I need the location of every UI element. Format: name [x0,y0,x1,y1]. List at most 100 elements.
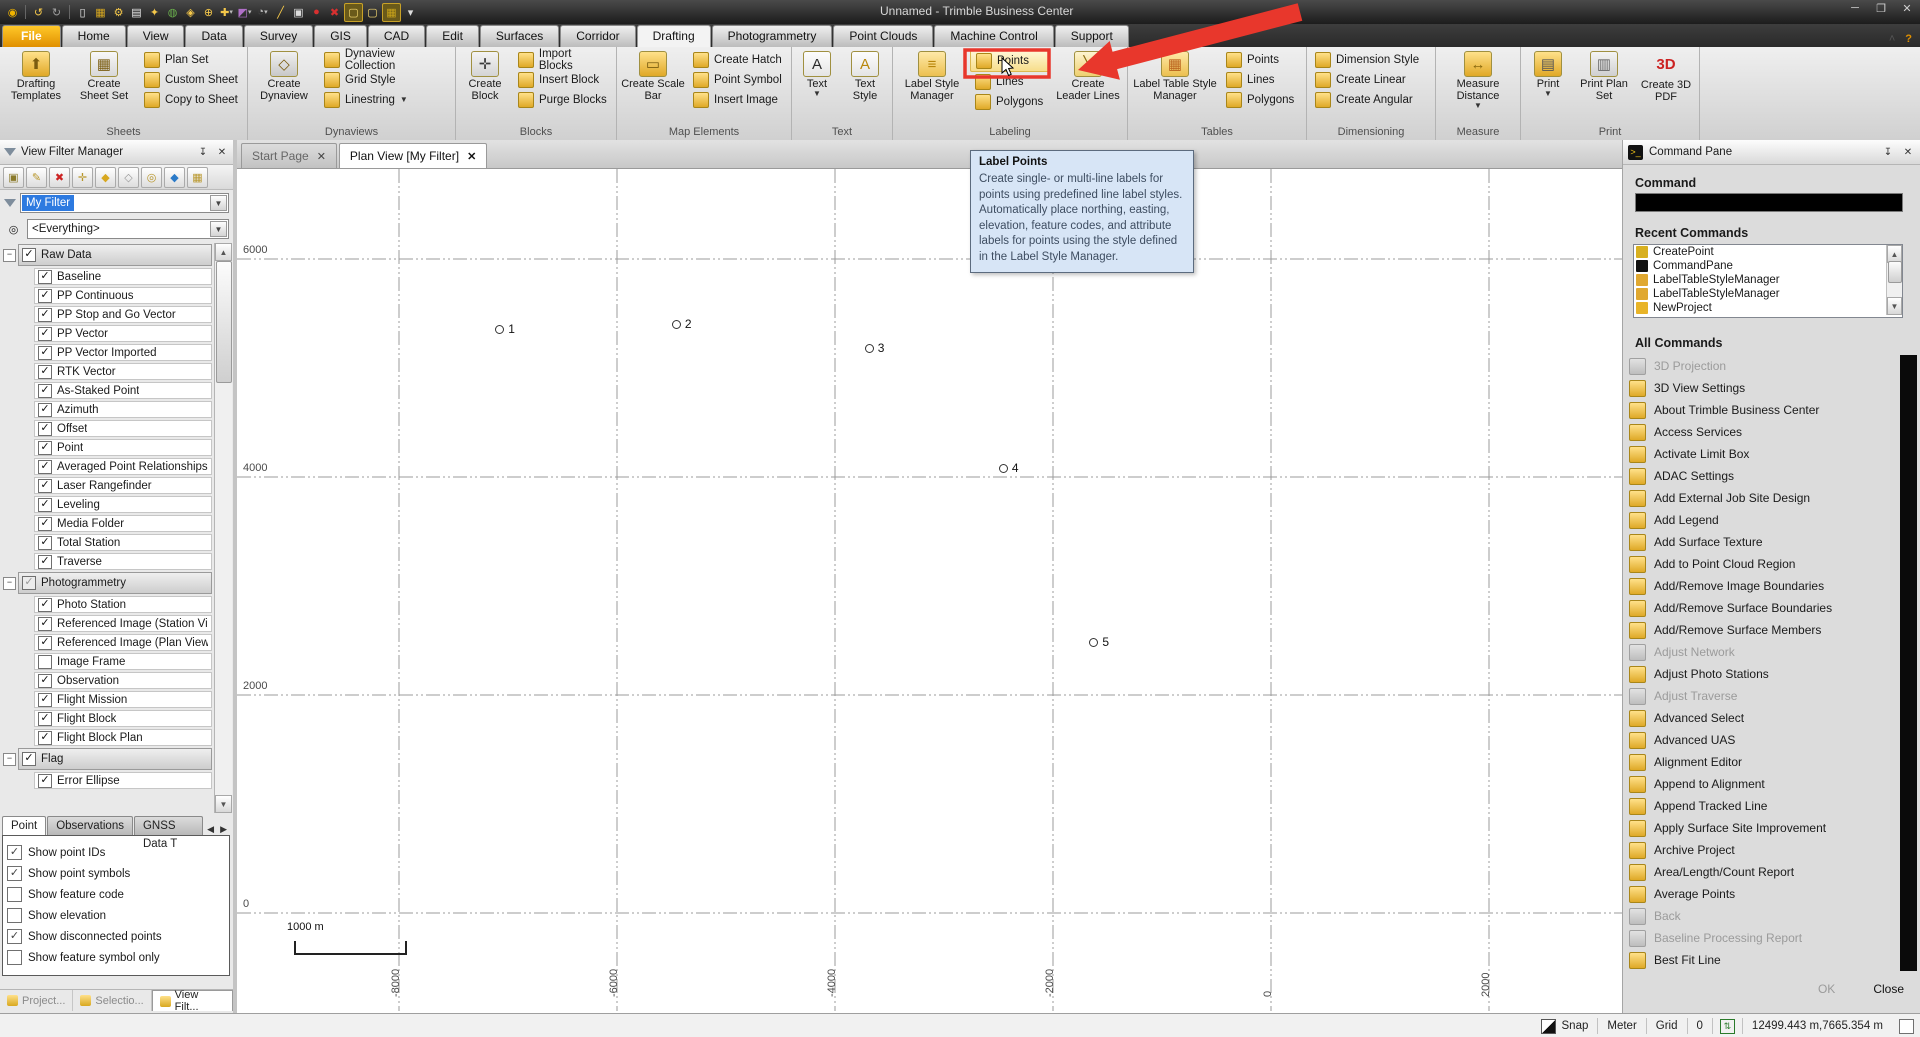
minimize-button[interactable]: ─ [1846,2,1864,15]
create-block-button[interactable]: ✛ Create Block [459,49,511,104]
close-tab-icon[interactable]: ✕ [317,150,326,163]
plan-view-canvas[interactable]: 1000 m -8000 -6000 -4000 -2000 0 2000 6000 4000… [237,168,1622,1013]
checkbox[interactable]: ✓ [38,673,52,688]
coordinate-mode-icon[interactable]: ⇅ [1719,1018,1735,1034]
crop-box-icon[interactable]: ▢ [344,2,363,22]
tree-item-row[interactable]: ✓ Traverse [0,552,214,571]
all-commands-scrollbar[interactable] [1900,355,1917,971]
filter-settings-icon[interactable]: ▦ [187,166,208,188]
help-icon[interactable]: ? [1905,33,1912,45]
checkbox[interactable]: ✓ [38,478,52,493]
text-style-button[interactable]: A Text Style [841,49,889,104]
plan-point-symbol[interactable] [495,324,505,334]
checkbox[interactable]: ✓ [22,576,36,590]
checkbox[interactable]: ✓ [38,307,52,322]
tree-item-row[interactable]: ✓ Baseline [0,267,214,286]
all-command-item[interactable]: ADAC Settings [1629,465,1897,487]
tab-edit[interactable]: Edit [426,25,479,47]
all-command-item[interactable]: Add/Remove Surface Members [1629,619,1897,641]
zoom-layers-icon[interactable]: ◎ [141,166,162,188]
checkbox[interactable]: ✓ [38,364,52,379]
network-dropdown-icon[interactable]: ✚ ▾ [218,4,235,21]
tree-item-row[interactable]: ✓ PP Vector [0,324,214,343]
measure-distance-button[interactable]: ↔ Measure Distance ▼ [1439,49,1517,112]
insert-block-button[interactable]: Insert Block [513,70,613,90]
label-style-manager-button[interactable]: ≡ Label Style Manager [896,49,968,104]
pin-icon[interactable]: ↧ [196,147,210,158]
scroll-thumb[interactable] [1888,261,1902,283]
close-button[interactable]: ✕ [1898,2,1916,15]
checkbox[interactable]: ✓ [38,345,52,360]
text-button[interactable]: A Text ▼ [795,49,839,100]
snap-toggle[interactable]: Snap [1560,1020,1591,1032]
tab-cad[interactable]: CAD [367,25,426,47]
tree-item-row[interactable]: ✓ Total Station [0,533,214,552]
all-command-item[interactable]: Add External Job Site Design [1629,487,1897,509]
plan-set-button[interactable]: Plan Set [139,50,244,70]
create-angular-button[interactable]: Create Angular [1310,90,1432,110]
tree-item-row[interactable]: ✓ Flight Block [0,709,214,728]
recent-command-item[interactable]: NewProject [1634,301,1902,315]
print-plan-set-button[interactable]: ▥ Print Plan Set [1574,49,1634,104]
checkbox[interactable] [7,887,22,902]
maximize-button[interactable]: ❐ [1872,2,1890,15]
undo-icon[interactable]: ↺ [30,4,47,21]
grid-toggle-icon[interactable]: ▦ [382,2,401,22]
tree-item-row[interactable]: ✓ Offset [0,419,214,438]
tab-home[interactable]: Home [61,25,126,47]
project-settings-gear-icon[interactable]: ⚙ [110,4,127,21]
collapse-icon[interactable]: − [3,753,16,766]
insert-image-button[interactable]: Insert Image [688,90,788,110]
scroll-up-icon[interactable]: ▲ [215,243,232,261]
all-command-item[interactable]: Average Points [1629,883,1897,905]
tree-group-row[interactable]: ✓ Raw Data − [0,243,214,267]
create-sheet-set-button[interactable]: ▦ Create Sheet Set [71,49,137,104]
tree-item-row[interactable]: ✓ Averaged Point Relationships [0,457,214,476]
filter-subtab-gnss-data-t[interactable]: GNSS Data T [133,816,204,850]
all-command-item[interactable]: Add/Remove Image Boundaries [1629,575,1897,597]
tab-data[interactable]: Data [185,25,243,47]
panel-tab-project-explorer-icon[interactable]: Project... [0,990,74,1011]
table-polygons-button[interactable]: Polygons [1221,90,1303,110]
tree-item-row[interactable]: ✓ PP Vector Imported [0,343,214,362]
tree-item-row[interactable]: ✓ Leveling [0,495,214,514]
label-table-style-manager-button[interactable]: ▦ Label Table Style Manager [1131,49,1219,104]
subtab-scroll-right-icon[interactable]: ▶ [217,824,230,835]
filter-combobox[interactable]: My Filter ▼ [20,193,229,213]
close-panel-icon[interactable]: ✕ [1901,147,1915,158]
all-command-item[interactable]: Advanced Select [1629,707,1897,729]
checkbox[interactable]: ✓ [22,752,36,766]
collapse-icon[interactable]: − [3,577,16,590]
tab-point-clouds[interactable]: Point Clouds [833,25,934,47]
point-option-row[interactable]: Show elevation [7,905,225,926]
layers-icon[interactable]: ◆ [95,166,116,188]
tree-group-row[interactable]: ✓ Flag − [0,747,214,771]
layers-gray-icon[interactable]: ◇ [118,166,139,188]
recent-scrollbar[interactable]: ▲ ▼ [1886,245,1902,315]
new-project-icon[interactable]: ▯ [74,4,91,21]
statusbar-checkbox[interactable] [1899,1018,1914,1034]
checkbox[interactable]: ✓ [38,516,52,531]
scroll-down-icon[interactable]: ▼ [215,795,232,813]
all-command-item[interactable]: Activate Limit Box [1629,443,1897,465]
edit-filter-icon[interactable]: ✎ [26,166,47,188]
checkbox[interactable] [7,908,22,923]
subtab-scroll-left-icon[interactable]: ◀ [204,824,217,835]
color-map-dropdown-icon[interactable]: ◩ ▾ [236,4,253,21]
drafting-templates-button[interactable]: ⬆ Drafting Templates [3,49,69,104]
create-scale-bar-button[interactable]: ▭ Create Scale Bar [620,49,686,104]
label-points-button[interactable]: Points [970,50,1050,72]
all-command-item[interactable]: Apply Surface Site Improvement [1629,817,1897,839]
all-command-item[interactable]: Advanced UAS [1629,729,1897,751]
linestring-button[interactable]: Linestring ▼ [319,90,452,110]
all-command-item[interactable]: Append Tracked Line [1629,795,1897,817]
tree-item-row[interactable]: ✓ Point [0,438,214,457]
command-input[interactable] [1635,193,1903,212]
print-button[interactable]: ▤ Print ▼ [1524,49,1572,100]
purge-blocks-button[interactable]: Purge Blocks [513,90,613,110]
create-hatch-button[interactable]: Create Hatch [688,50,788,70]
all-command-item[interactable]: Add to Point Cloud Region [1629,553,1897,575]
tree-item-row[interactable]: ✓ Referenced Image (Station Vi [0,614,214,633]
tree-item-row[interactable]: ✓ Error Ellipse [0,771,214,790]
tree-group-row[interactable]: ✓ Photogrammetry − [0,571,214,595]
